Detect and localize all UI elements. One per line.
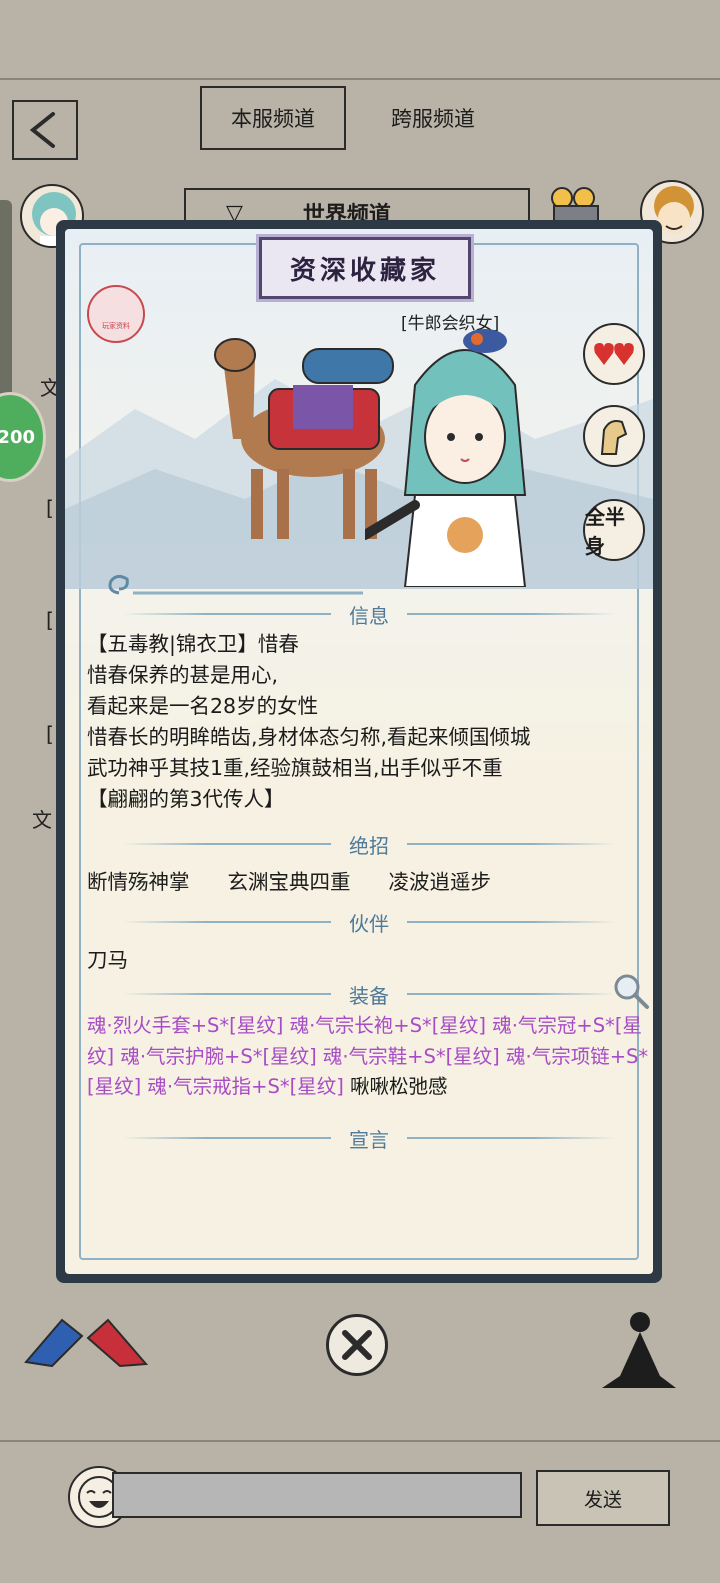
info-line: 看起来是一名28岁的女性 [87,694,319,718]
skill-item[interactable]: 断情殇神掌 [87,865,190,895]
like-button[interactable] [583,323,645,385]
equipment-list: 魂·烈火手套+S*[星纹] 魂·气宗长袍+S*[星纹] 魂·气宗冠+S*[星纹]… [87,1011,649,1103]
background-chat-text: [ [46,722,54,746]
send-button[interactable]: 发送 [536,1470,670,1526]
skill-item[interactable]: 玄渊宝典四重 [228,865,351,895]
duel-button[interactable] [22,1306,152,1376]
bottom-divider [0,1440,720,1442]
character-faction-name: 【五毒教|锦衣卫】惜春 [87,632,299,656]
profile-seal: 玩家资料 [87,285,145,343]
tab-cross-server-channel[interactable]: 跨服频道 [360,86,506,150]
duel-fighters-icon [24,1318,149,1368]
count-badge[interactable]: 200 [0,392,46,482]
skills-list: 断情殇神掌 玄渊宝典四重 凌波逍遥步 [87,865,647,895]
info-line: 惜春保养的甚是用心, [87,663,279,687]
partner-name[interactable]: 刀马 [87,943,128,973]
close-button[interactable] [326,1314,388,1376]
popup-content: 资深收藏家 玩家资料 [牛郎会织女] 全半身 信息 【五毒教|锦衣卫】惜春 惜春… [65,229,653,1274]
cloud-ornament [108,574,363,595]
player-info-popup: 资深收藏家 玩家资料 [牛郎会织女] 全半身 信息 【五毒教|锦衣卫】惜春 惜春… [56,220,662,1283]
info-block: 【五毒教|锦衣卫】惜春 惜春保养的甚是用心, 看起来是一名28岁的女性 惜春长的… [87,629,647,815]
section-header-skills: 绝招 [105,831,633,858]
section-header-info: 信息 [105,601,633,628]
seal-text: 玩家资料 [102,322,130,330]
info-line: 武功神乎其技1重,经验旗鼓相当,出手似乎不重 [87,756,503,780]
equipment-item[interactable]: 魂·气宗鞋+S*[星纹] [323,1045,506,1068]
heart-icon [594,343,634,365]
character-illustration [365,329,527,587]
info-line: 惜春长的明眸皓齿,身材体态匀称,看起来倾国倾城 [87,725,531,749]
top-divider [0,78,720,80]
equipment-item[interactable]: 魂·烈火手套+S*[星纹] [87,1014,290,1037]
tab-server-channel[interactable]: 本服频道 [200,86,346,150]
equipment-item[interactable]: 魂·气宗戒指+S*[星纹] [147,1075,350,1098]
skill-item[interactable]: 凌波逍遥步 [389,865,492,895]
back-button[interactable] [12,100,78,160]
equipment-note: 啾啾松弛感 [350,1075,448,1098]
background-chat-text: 文 [32,808,52,832]
player-title-plate: 资深收藏家 [259,237,471,299]
magnifier-icon[interactable] [611,971,651,1011]
section-header-declaration: 宣言 [105,1125,633,1152]
section-header-partner: 伙伴 [105,909,633,936]
horse-icon [600,420,628,455]
close-icon [342,1330,372,1360]
meditating-figure-icon [602,1312,676,1388]
equipment-item[interactable]: 魂·气宗长袍+S*[星纹] [290,1014,493,1037]
mount-button[interactable] [583,405,645,467]
section-header-equipment: 装备 [105,981,633,1008]
equipment-item[interactable]: 魂·气宗护腕+S*[星纹] [120,1045,323,1068]
lineage-line: 【翩翩的第3代传人】 [87,787,285,811]
meditate-button[interactable] [598,1306,680,1396]
background-chat-text: [ [46,496,54,520]
back-arrow-icon [29,112,55,148]
chat-input[interactable] [112,1472,522,1518]
full-half-body-toggle[interactable]: 全半身 [583,499,645,561]
background-chat-text: [ [46,608,54,632]
